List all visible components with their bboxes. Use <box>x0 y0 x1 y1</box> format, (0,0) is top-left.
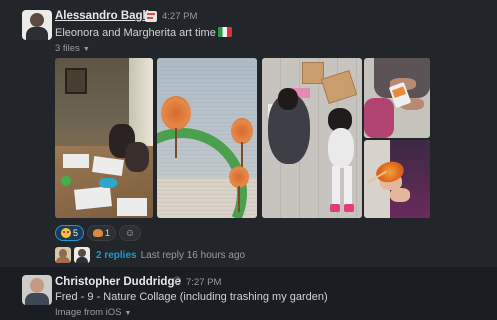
last-reply-text: Last reply 16 hours ago <box>140 249 246 261</box>
paint-tray <box>99 178 117 188</box>
replies-link[interactable]: 2 replies <box>96 250 137 261</box>
thread-avatar <box>55 247 71 263</box>
reactions-bar: 5 1 ☺ <box>55 225 142 241</box>
thread-avatar <box>74 247 90 263</box>
drawn-trunk <box>238 186 240 212</box>
drawn-tree <box>231 118 253 144</box>
picture-frame <box>65 68 87 94</box>
status-emoji-icon <box>145 11 157 22</box>
child-leg <box>344 166 352 206</box>
child-figure <box>328 128 354 168</box>
author-name[interactable]: Alessandro Baglio <box>55 10 156 22</box>
add-reaction-button[interactable]: ☺ <box>119 225 142 241</box>
shoe <box>330 204 340 212</box>
avatar-alessandro[interactable] <box>22 10 52 40</box>
message-timestamp[interactable]: 4:27 PM <box>162 11 197 22</box>
image-attachment-kids-drawing[interactable] <box>55 58 153 218</box>
image-attachment-holding-cup[interactable] <box>364 58 430 138</box>
reaction-count: 5 <box>73 228 79 238</box>
message-text: Eleonora and Margherita art time <box>55 27 232 39</box>
legs <box>364 98 394 138</box>
hand <box>390 188 410 202</box>
child-leg <box>332 166 340 206</box>
image-attachment-orange-craft[interactable] <box>364 140 430 218</box>
heart-eyes-emoji-icon <box>61 228 71 238</box>
snail-emoji-icon <box>93 229 104 237</box>
message-timestamp[interactable]: 7:27 PM <box>186 277 221 288</box>
image-attachment-landscape-drawing[interactable] <box>157 58 257 218</box>
drawn-tree <box>229 166 249 188</box>
paper <box>74 186 112 210</box>
italy-flag-icon <box>217 27 232 37</box>
caret-down-icon: ▼ <box>82 46 90 53</box>
message-alessandro: Alessandro Baglio 4:27 PM Eleonora and M… <box>0 0 497 267</box>
message-text: Fred - 9 - Nature Collage (including tra… <box>55 291 328 303</box>
drawn-trunk <box>175 128 177 158</box>
paper <box>63 154 89 168</box>
files-label: Image from iOS <box>55 307 122 318</box>
files-toggle[interactable]: 3 files ▼ <box>55 43 90 54</box>
cup <box>61 176 71 186</box>
paper <box>117 198 147 216</box>
caret-down-icon: ▼ <box>124 310 132 317</box>
author-name[interactable]: Christopher Duddridge <box>55 276 181 288</box>
files-toggle[interactable]: Image from iOS ▼ <box>55 307 131 318</box>
avatar-christopher[interactable] <box>22 275 52 305</box>
files-label: 3 files <box>55 43 80 54</box>
thread-summary[interactable]: 2 replies Last reply 16 hours ago <box>55 247 245 263</box>
message-text-content: Eleonora and Margherita art time <box>55 27 216 39</box>
child-figure <box>125 142 149 172</box>
shoe <box>344 204 354 212</box>
add-emoji-icon: ☺ <box>124 227 136 239</box>
reaction-count: 1 <box>105 228 111 238</box>
image-attachment-kids-on-floor[interactable] <box>262 58 362 218</box>
reaction-heart-eyes[interactable]: 5 <box>55 225 85 241</box>
phone-icon: ✆ <box>173 276 182 287</box>
drawn-tree <box>161 96 191 130</box>
reaction-snail[interactable]: 1 <box>87 225 117 241</box>
child-head <box>278 88 298 110</box>
